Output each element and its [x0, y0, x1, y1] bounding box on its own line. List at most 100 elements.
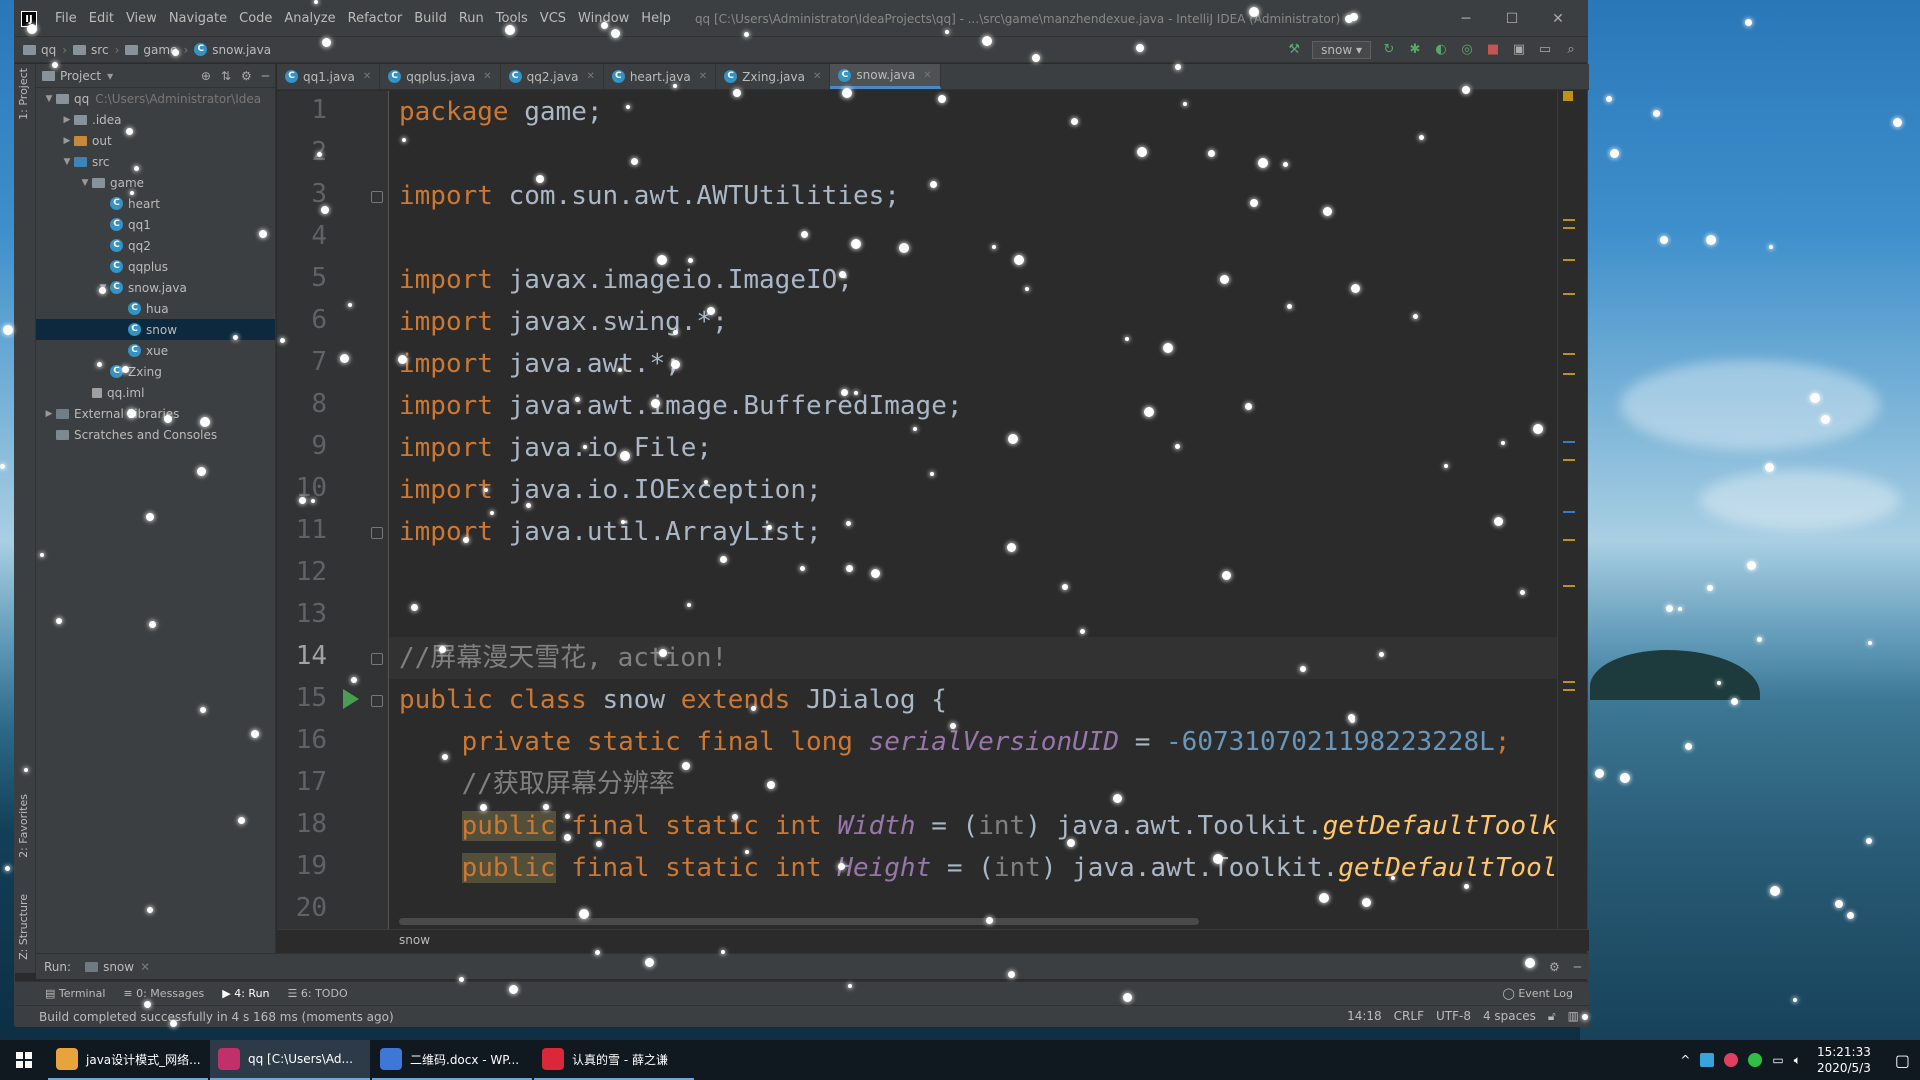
tool-tab-todo[interactable]: ☰ 6: TODO [288, 987, 348, 1000]
editor-tab[interactable]: Cqq1.java ✕ [277, 64, 381, 89]
tool-tab-event-log[interactable]: ◯ Event Log [1503, 987, 1573, 1000]
menu-analyze[interactable]: Analyze [278, 11, 341, 26]
run-gutter-icon[interactable] [343, 689, 359, 709]
code-editor[interactable]: 1 2 3 4 5 6 7 8 9 10 11 12 13 14 15 16 17 18 19 20 package … [277, 91, 1579, 929]
tray-expand-icon[interactable]: ^ [1680, 1053, 1690, 1067]
menu-run[interactable]: Run [453, 11, 490, 26]
rerun-icon[interactable]: ↻ [1381, 42, 1397, 58]
project-structure-icon[interactable]: ▣ [1511, 42, 1527, 58]
menu-edit[interactable]: Edit [83, 11, 120, 26]
trash-icon[interactable]: ▥ [1568, 1009, 1579, 1024]
code-area[interactable]: package game; import com.sun.awt.AWTUtil… [389, 91, 1579, 929]
tree-item[interactable]: ▶ .idea [36, 109, 275, 130]
tool-tab-messages[interactable]: ≡ 0: Messages [123, 987, 204, 1000]
tray-flower-icon[interactable] [1724, 1053, 1739, 1067]
gear-icon[interactable]: ⚙ [1549, 960, 1560, 974]
layout-icon[interactable]: ▭ [1537, 42, 1553, 58]
run-tab-snow[interactable]: snow ✕ [85, 960, 150, 974]
tree-item[interactable]: ▶ External Libraries [36, 403, 275, 424]
close-icon[interactable]: ✕ [1535, 11, 1581, 27]
breadcrumb-game[interactable]: game › [125, 43, 188, 57]
menu-build[interactable]: Build [408, 11, 453, 26]
fold-marker-icon[interactable] [371, 695, 383, 707]
tree-item[interactable]: Cqqplus [36, 256, 275, 277]
tree-item[interactable]: ▼ game [36, 172, 275, 193]
maximize-icon[interactable]: ☐ [1489, 11, 1535, 27]
tree-item[interactable]: Scratches and Consoles [36, 424, 275, 445]
file-encoding[interactable]: UTF-8 [1436, 1009, 1471, 1024]
close-icon[interactable]: ✕ [140, 960, 150, 974]
close-icon[interactable]: ✕ [363, 71, 371, 82]
lock-icon[interactable]: 🔓︎ [1548, 1009, 1556, 1024]
hide-icon[interactable]: ─ [1574, 960, 1581, 974]
chevron-down-icon[interactable]: ▼ [42, 94, 56, 104]
stop-icon[interactable]: ■ [1485, 42, 1501, 58]
tool-tab-structure[interactable]: Z: Structure [17, 894, 30, 960]
editor-breadcrumb[interactable]: snow [277, 929, 1589, 951]
tool-tab-terminal[interactable]: ▤ Terminal [45, 987, 105, 1000]
horizontal-scrollbar[interactable] [399, 918, 1199, 925]
breadcrumb-src[interactable]: src › [73, 43, 119, 57]
close-icon[interactable]: ✕ [699, 71, 707, 82]
tree-item[interactable]: Csnow [36, 319, 275, 340]
warning-icon[interactable] [1563, 91, 1573, 101]
coverage-icon[interactable]: ◐ [1433, 42, 1449, 58]
tray-app-icon[interactable] [1700, 1053, 1715, 1067]
build-hammer-icon[interactable]: ⚒ [1286, 42, 1302, 58]
hide-icon[interactable]: ─ [262, 69, 269, 83]
editor-tab[interactable]: Cqqplus.java ✕ [380, 64, 501, 89]
tree-item[interactable]: ▼ Csnow.java [36, 277, 275, 298]
volume-icon[interactable]: 🔈︎ [1794, 1053, 1801, 1068]
network-icon[interactable]: ▭ [1772, 1053, 1783, 1067]
tree-item[interactable]: qq.iml [36, 382, 275, 403]
indent-setting[interactable]: 4 spaces [1483, 1009, 1536, 1024]
tree-item[interactable]: Cxue [36, 340, 275, 361]
chevron-down-icon[interactable]: ▼ [60, 157, 74, 167]
wechat-icon[interactable] [1748, 1053, 1763, 1067]
tree-item[interactable]: Cqq1 [36, 214, 275, 235]
run-config-select[interactable]: snow ▾ [1312, 40, 1371, 59]
notification-icon[interactable]: ▢ [1895, 1051, 1910, 1070]
clock[interactable]: 15:21:33 2020/5/3 [1817, 1044, 1871, 1076]
editor-tab[interactable]: Cheart.java ✕ [604, 64, 717, 89]
chevron-right-icon[interactable]: ▶ [42, 409, 56, 419]
menu-tools[interactable]: Tools [490, 11, 534, 26]
debug-bug-icon[interactable]: ✱ [1407, 42, 1423, 58]
collapse-all-icon[interactable]: ⇅ [221, 69, 231, 83]
taskbar-item[interactable]: qq [C:\Users\Ad... [210, 1040, 370, 1080]
menu-navigate[interactable]: Navigate [163, 11, 233, 26]
tree-item[interactable]: Chua [36, 298, 275, 319]
gear-icon[interactable]: ⚙ [241, 69, 252, 83]
chevron-down-icon[interactable]: ▼ [78, 178, 92, 188]
editor-tab[interactable]: Cqq2.java ✕ [501, 64, 604, 89]
fold-marker-icon[interactable] [371, 191, 383, 203]
tool-tab-run[interactable]: ▶ 4: Run [222, 987, 269, 1000]
menu-window[interactable]: Window [572, 11, 635, 26]
tree-item[interactable]: ▶ out [36, 130, 275, 151]
chevron-down-icon[interactable]: ▼ [96, 283, 110, 293]
chevron-right-icon[interactable]: ▶ [60, 115, 74, 125]
tree-item[interactable]: ▼ qq C:\Users\Administrator\Idea [36, 88, 275, 109]
editor-tab[interactable]: Csnow.java ✕ [830, 64, 941, 89]
close-icon[interactable]: ✕ [923, 70, 931, 81]
line-separator[interactable]: CRLF [1394, 1009, 1424, 1024]
editor-tab[interactable]: C Zxing.java ✕ [716, 64, 831, 89]
breadcrumb-file[interactable]: Csnow.java [194, 43, 271, 57]
tree-item[interactable]: Cheart [36, 193, 275, 214]
tool-tab-project[interactable]: 1: Project [17, 68, 30, 120]
menu-file[interactable]: File [49, 11, 83, 26]
profile-icon[interactable]: ◎ [1459, 42, 1475, 58]
tool-tab-favorites[interactable]: 2: Favorites [17, 794, 30, 858]
close-icon[interactable]: ✕ [483, 71, 491, 82]
tree-item[interactable]: Cqq2 [36, 235, 275, 256]
taskbar-item[interactable]: java设计模式_网络... [48, 1040, 208, 1080]
close-icon[interactable]: ✕ [586, 71, 594, 82]
start-button[interactable] [0, 1040, 48, 1080]
menu-vcs[interactable]: VCS [534, 11, 572, 26]
menu-view[interactable]: View [120, 11, 163, 26]
close-icon[interactable]: ✕ [813, 71, 821, 82]
tree-item[interactable]: C Zxing [36, 361, 275, 382]
search-icon[interactable]: ⌕ [1563, 42, 1579, 58]
menu-refactor[interactable]: Refactor [342, 11, 409, 26]
locate-icon[interactable]: ⊕ [201, 69, 211, 83]
